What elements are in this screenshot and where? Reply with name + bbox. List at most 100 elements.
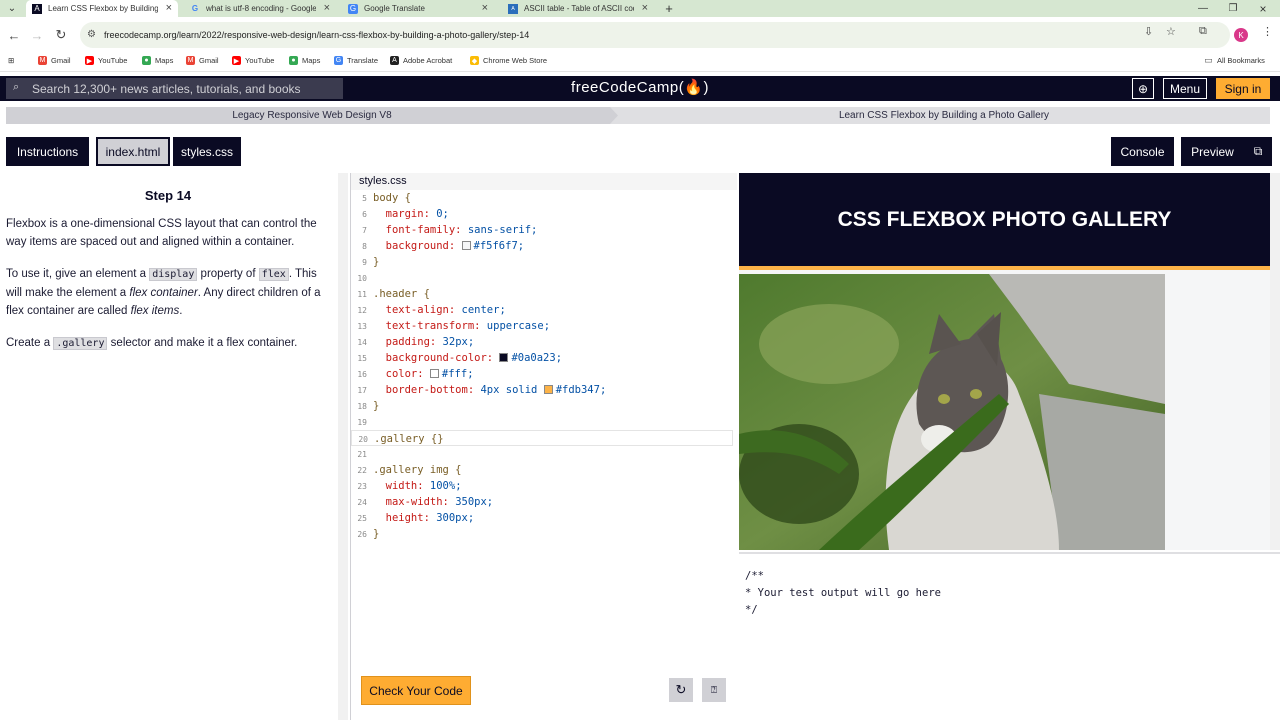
console-button[interactable]: Console [1111, 137, 1174, 166]
test-console: /** * Your test output will go here */ [739, 552, 1280, 720]
close-icon[interactable]: × [642, 2, 648, 14]
bookmark-gmail-2[interactable]: M Gmail [186, 56, 219, 65]
code-line[interactable]: 17 border-bottom: 4px solid #fdb347; [351, 382, 733, 398]
language-globe-icon[interactable]: ⊕ [1132, 78, 1154, 99]
line-number: 11 [357, 290, 367, 299]
extensions-icon[interactable]: ⧉ [1199, 25, 1207, 38]
code-line[interactable]: 6 margin: 0; [351, 206, 733, 222]
styles-css-tab[interactable]: styles.css [173, 137, 241, 166]
browser-tab-google[interactable]: G what is utf-8 encoding - Google Search… [184, 0, 336, 17]
reload-icon[interactable]: ↻ [52, 26, 70, 44]
step-title: Step 14 [144, 188, 192, 203]
preview-header: CSS FLEXBOX PHOTO GALLERY [739, 173, 1270, 270]
menu-button[interactable]: Menu [1163, 78, 1207, 99]
code-line[interactable]: 15 background-color: #0a0a23; [351, 350, 733, 366]
code-line[interactable]: 5 body { [351, 190, 733, 206]
console-line: /** [745, 570, 764, 582]
editor-file-tab[interactable]: styles.css [351, 173, 737, 190]
code-line[interactable]: 25 height: 300px; [351, 510, 733, 526]
close-icon[interactable]: × [166, 2, 172, 14]
inline-code: flex [258, 268, 289, 281]
tab-search-icon[interactable]: ⌄ [0, 0, 24, 17]
back-arrow-icon[interactable]: ← [5, 26, 23, 44]
preview-scrollbar[interactable] [1270, 173, 1280, 550]
install-app-icon[interactable]: ⇩ [1144, 25, 1153, 38]
reset-icon[interactable]: ↻ [669, 678, 693, 702]
code-line[interactable]: 14 padding: 32px; [351, 334, 733, 350]
site-info-icon[interactable]: ⚙ [87, 29, 96, 40]
forward-arrow-icon[interactable]: → [28, 26, 46, 44]
code-line[interactable]: 18} [351, 398, 733, 414]
index-html-tab[interactable]: index.html [96, 137, 170, 166]
color-swatch[interactable] [429, 369, 439, 378]
breadcrumb: Legacy Responsive Web Design V8 Learn CS… [6, 107, 1270, 124]
close-icon[interactable]: × [482, 2, 488, 14]
color-swatch[interactable] [461, 241, 471, 250]
line-number: 10 [357, 274, 367, 283]
bookmark-gmail[interactable]: M Gmail [38, 56, 71, 65]
bookmark-webstore[interactable]: ◆ Chrome Web Store [470, 56, 547, 65]
bookmarks-bar: ⊞ M Gmail ▶ YouTube ● Maps M Gmail ▶ YouTube … [0, 52, 1280, 72]
fcc-logo[interactable]: freeCodeCamp(🔥) [540, 78, 740, 99]
tab-title: Google Translate [364, 4, 425, 13]
bookmark-star-icon[interactable]: ☆ [1166, 25, 1176, 38]
code-line[interactable]: 24 max-width: 350px; [351, 494, 733, 510]
code-line[interactable]: 26} [351, 526, 733, 542]
code-selector: body { [373, 192, 411, 204]
bookmark-translate[interactable]: G Translate [334, 56, 378, 65]
color-swatch[interactable] [543, 385, 553, 394]
browser-tab-bar: ⌄ A Learn CSS Flexbox by Building a Phot… [0, 0, 1280, 17]
browser-tab-ascii[interactable]: A ASCII table - Table of ASCII codes × [502, 0, 654, 17]
code-line[interactable]: 21 [351, 446, 733, 462]
browser-tab-translate[interactable]: G Google Translate × [342, 0, 494, 17]
all-bookmarks[interactable]: ▭ All Bookmarks [1204, 55, 1265, 65]
url-text: freecodecamp.org/learn/2022/responsive-w… [104, 30, 530, 40]
bookmark-acrobat[interactable]: A Adobe Acrobat [390, 56, 452, 65]
code-line[interactable]: 10 [351, 270, 733, 286]
code-line[interactable]: 20 .gallery {} [351, 430, 733, 446]
bookmark-youtube[interactable]: ▶ YouTube [85, 56, 127, 65]
code-line[interactable]: 11 .header { [351, 286, 733, 302]
code-line[interactable]: 12 text-align: center; [351, 302, 733, 318]
restore-icon[interactable]: ❐ [1218, 0, 1248, 17]
browser-tab-fcc[interactable]: A Learn CSS Flexbox by Building a Photo … [26, 0, 178, 17]
search-input[interactable]: ⌕ Search 12,300+ news articles, tutorial… [6, 78, 343, 99]
line-number: 26 [357, 530, 367, 539]
check-code-button[interactable]: Check Your Code [361, 676, 471, 705]
popout-preview-icon[interactable]: ⧉ [1244, 137, 1272, 166]
new-tab-icon[interactable]: + [656, 0, 682, 17]
minimize-icon[interactable]: — [1188, 0, 1218, 17]
preview-button[interactable]: Preview [1181, 137, 1244, 166]
url-bar[interactable]: ⚙ freecodecamp.org/learn/2022/responsive… [80, 22, 1230, 48]
code-line[interactable]: 16 color: #fff; [351, 366, 733, 382]
code-property: max-width: [373, 496, 456, 508]
code-line[interactable]: 19 [351, 414, 733, 430]
console-line: */ [745, 604, 758, 616]
code-line[interactable]: 9} [351, 254, 733, 270]
color-swatch[interactable] [499, 353, 509, 362]
bookmark-youtube-2[interactable]: ▶ YouTube [232, 56, 274, 65]
close-icon[interactable]: × [324, 2, 330, 14]
code-line[interactable]: 23 width: 100%; [351, 478, 733, 494]
help-icon[interactable]: ⍰ [702, 678, 726, 702]
apps-grid-icon[interactable]: ⊞ [8, 56, 14, 65]
breadcrumb-course[interactable]: Legacy Responsive Web Design V8 [6, 107, 618, 124]
code-selector: .gallery img { [373, 464, 462, 476]
bookmark-maps-2[interactable]: ● Maps [289, 56, 320, 65]
window-close-icon[interactable]: × [1248, 0, 1278, 17]
profile-avatar[interactable]: K [1234, 28, 1248, 42]
instructions-scrollbar[interactable] [338, 173, 348, 720]
code-line[interactable]: 13 text-transform: uppercase; [351, 318, 733, 334]
code-line[interactable]: 7 font-family: sans-serif; [351, 222, 733, 238]
more-menu-icon[interactable]: ⋮ [1262, 25, 1273, 38]
breadcrumb-project[interactable]: Learn CSS Flexbox by Building a Photo Ga… [618, 107, 1270, 124]
bookmark-maps[interactable]: ● Maps [142, 56, 173, 65]
sign-in-button[interactable]: Sign in [1216, 78, 1270, 99]
code-line[interactable]: 8 background: #f5f6f7; [351, 238, 733, 254]
fcc-navbar: ⌕ Search 12,300+ news articles, tutorial… [0, 76, 1280, 101]
code-property: font-family: [373, 224, 468, 236]
code-editor[interactable]: styles.css 5 body {6 margin: 0; 7 font-fam… [350, 173, 737, 720]
code-line[interactable]: 22 .gallery img { [351, 462, 733, 478]
instructions-tab[interactable]: Instructions [6, 137, 89, 166]
line-number: 24 [357, 498, 367, 507]
